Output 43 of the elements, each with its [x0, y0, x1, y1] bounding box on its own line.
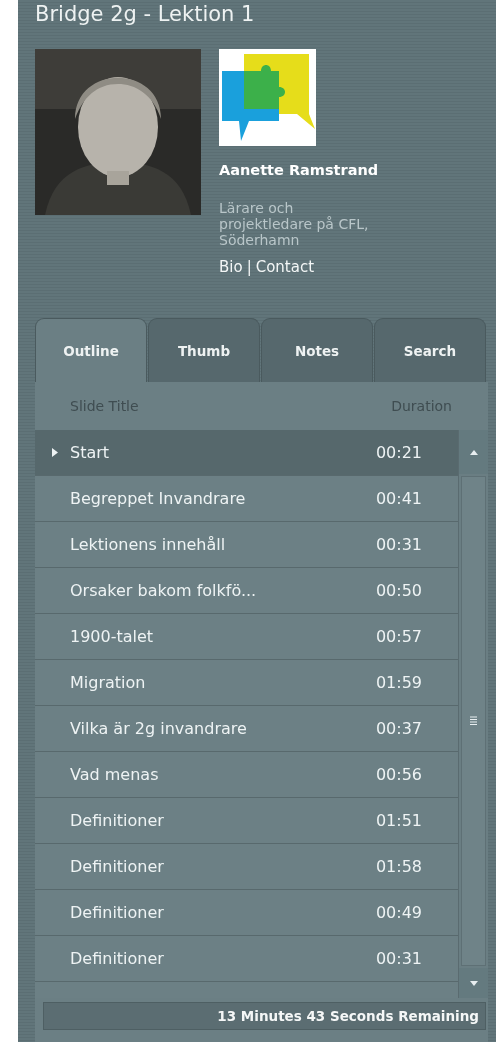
presentation-title: Bridge 2g - Lektion 1 [35, 3, 256, 28]
slide-duration: 00:57 [375, 627, 422, 646]
slide-duration: 00:41 [375, 489, 422, 508]
down-arrow-icon [469, 980, 478, 986]
time-remaining-bar: 13 Minutes 43 Seconds Remaining [43, 1002, 486, 1030]
slide-title: Vilka är 2g invandrare [70, 719, 248, 738]
slide-title: Definitioner [70, 949, 165, 968]
tab[interactable]: Search [374, 318, 486, 382]
up-arrow-icon [469, 449, 478, 455]
slide-title: Definitioner [70, 903, 165, 922]
contact-link[interactable]: Contact [255, 258, 315, 276]
slide-duration: 01:51 [375, 811, 422, 830]
slide-row[interactable]: Start 00:21 [35, 430, 458, 476]
play-caret-icon [52, 448, 58, 457]
slide-title: Orsaker bakom folkfö... [70, 581, 258, 600]
slide-title: Lektionens innehåll [70, 535, 227, 554]
presenter-name: Aanette Ramstrand [219, 162, 379, 178]
presenter-description: Lärare och projektledare på CFL, Söderhamn [219, 200, 370, 248]
slide-title: Definitioner [70, 811, 165, 830]
slide-duration: 01:58 [375, 857, 422, 876]
slide-duration: 00:50 [375, 581, 422, 600]
slide-duration: 00:31 [375, 535, 422, 554]
slide-title: 1900-talet [70, 627, 155, 646]
slide-title: Begreppet Invandrare [70, 489, 247, 508]
slide-duration: 00:49 [375, 903, 422, 922]
tab[interactable]: Notes [261, 318, 373, 382]
scroll-down-button[interactable] [459, 968, 488, 998]
slide-duration: 00:31 [375, 949, 422, 968]
slide-duration: 00:37 [375, 719, 422, 738]
slide-title: Start [70, 443, 111, 462]
slide-title: Vad menas [70, 765, 160, 784]
slide-title: Migration [70, 673, 147, 692]
scroll-up-button[interactable] [459, 430, 488, 474]
slide-duration: 00:56 [375, 765, 422, 784]
tab[interactable]: Outline [35, 318, 147, 382]
grip-icon [470, 716, 477, 726]
slide-title: Definitioner [70, 857, 165, 876]
tab[interactable]: Thumb [148, 318, 260, 382]
link-separator: | [246, 258, 252, 276]
slide-duration: 01:59 [375, 673, 422, 692]
bio-link[interactable]: Bio [219, 258, 243, 276]
slide-duration: 00:21 [375, 443, 422, 462]
scrollbar-thumb[interactable] [461, 476, 486, 966]
